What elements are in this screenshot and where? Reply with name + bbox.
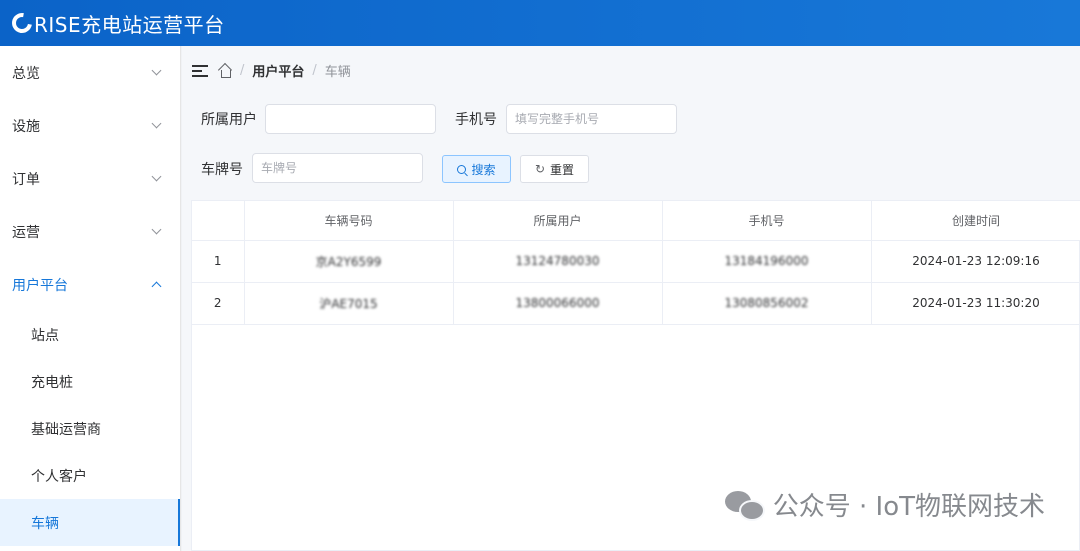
row-phone: 13080856002 — [662, 282, 872, 325]
watermark: 公众号 · IoT物联网技术 — [724, 486, 1045, 523]
chevron-down-icon — [151, 65, 162, 76]
logo-icon — [8, 9, 36, 37]
sidebar-item-orders[interactable]: 订单 — [0, 152, 180, 205]
col-phone[interactable]: 手机号 — [662, 201, 872, 241]
sidebar-item-operations[interactable]: 运营 — [0, 205, 180, 258]
home-icon[interactable] — [218, 64, 232, 78]
plate-input[interactable] — [252, 153, 423, 183]
search-icon — [457, 164, 467, 174]
chevron-down-icon — [151, 224, 162, 235]
table-header-row: 车辆号码 所属用户 手机号 创建时间 — [192, 201, 1080, 241]
phone-label: 手机号 — [455, 112, 497, 128]
app-title: RISE充电站运营平台 — [34, 12, 225, 37]
sidebar-subitem-operators[interactable]: 基础运营商 — [0, 405, 180, 452]
sidebar: 总览 设施 订单 运营 用户平台 站点 充电桩 基础运营商 个人客户 车辆 — [0, 46, 181, 551]
col-owner[interactable]: 所属用户 — [453, 201, 663, 241]
chevron-up-icon — [151, 281, 162, 292]
refresh-icon: ↻ — [534, 162, 546, 176]
top-bar: RISE充电站运营平台 — [0, 0, 1080, 46]
row-phone: 13184196000 — [662, 240, 872, 283]
row-created: 2024-01-23 11:30:20 — [871, 282, 1080, 325]
phone-input[interactable] — [506, 104, 677, 134]
table-row[interactable]: 1 京A2Y6599 13124780030 13184196000 2024-… — [192, 240, 1080, 283]
col-index — [192, 201, 245, 241]
sidebar-subitem-personal-customers[interactable]: 个人客户 — [0, 452, 180, 499]
sidebar-subitem-chargers[interactable]: 充电桩 — [0, 358, 180, 405]
row-index: 1 — [192, 240, 245, 283]
breadcrumb: / 用户平台 / 车辆 — [192, 61, 351, 80]
chevron-down-icon — [151, 171, 162, 182]
owner-label: 所属用户 — [201, 112, 257, 128]
col-plate[interactable]: 车辆号码 — [244, 201, 454, 241]
table-row[interactable]: 2 沪AE7015 13800066000 13080856002 2024-0… — [192, 282, 1080, 325]
main-content: / 用户平台 / 车辆 所属用户 手机号 车牌号 搜索 ↻重置 车辆号码 所属用… — [182, 46, 1080, 551]
col-created[interactable]: 创建时间 — [871, 201, 1080, 241]
sidebar-subitem-stations[interactable]: 站点 — [0, 311, 180, 358]
search-button[interactable]: 搜索 — [442, 155, 511, 183]
row-index: 2 — [192, 282, 245, 325]
plate-label: 车牌号 — [201, 162, 243, 178]
reset-button[interactable]: ↻ 重置 — [520, 155, 589, 183]
row-plate: 沪AE7015 — [244, 282, 454, 325]
row-plate: 京A2Y6599 — [244, 240, 454, 283]
row-owner: 13124780030 — [453, 240, 663, 283]
wechat-icon — [724, 489, 765, 521]
chevron-down-icon — [151, 118, 162, 129]
row-created: 2024-01-23 12:09:16 — [871, 240, 1080, 283]
sidebar-item-user-platform[interactable]: 用户平台 — [0, 258, 180, 311]
sidebar-subitem-vehicles[interactable]: 车辆 — [0, 499, 180, 546]
watermark-text: 公众号 · IoT物联网技术 — [772, 492, 1045, 522]
sidebar-item-facilities[interactable]: 设施 — [0, 99, 180, 152]
menu-fold-icon[interactable] — [192, 64, 208, 77]
owner-input[interactable] — [265, 104, 436, 134]
row-owner: 13800066000 — [453, 282, 663, 325]
breadcrumb-current: 车辆 — [324, 65, 351, 80]
sidebar-item-overview[interactable]: 总览 — [0, 46, 180, 99]
breadcrumb-parent[interactable]: 用户平台 — [252, 61, 304, 80]
